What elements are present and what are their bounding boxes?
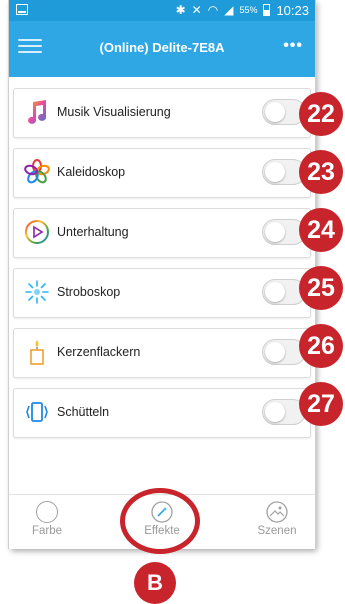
effect-label: Stroboskop: [57, 285, 121, 299]
nav-item-farbe[interactable]: Farbe: [12, 501, 82, 537]
callout-badge-b: B: [134, 562, 176, 604]
clock: 10:23: [276, 2, 309, 18]
callout-badge-25: 25: [299, 266, 343, 310]
callout-badge-26: 26: [299, 324, 343, 368]
effect-row-stroboskop[interactable]: Stroboskop: [13, 268, 311, 318]
no-signal-icon: ◢: [224, 3, 234, 17]
music-note-icon: [28, 100, 47, 124]
app-bar: (Online) Delite-7E8A •••: [9, 21, 315, 77]
callout-badge-27: 27: [299, 382, 343, 426]
nav-item-szenen[interactable]: Szenen: [242, 501, 312, 537]
more-options-icon[interactable]: •••: [283, 37, 303, 55]
effect-row-unterhaltung[interactable]: Unterhaltung: [13, 208, 311, 258]
nav-label: Szenen: [257, 525, 297, 537]
effect-label: Kaleidoskop: [57, 165, 126, 179]
effect-label: Musik Visualisierung: [57, 105, 171, 119]
effect-label: Schütteln: [57, 405, 110, 419]
callout-badge-22: 22: [299, 92, 343, 136]
candle-icon: [30, 340, 44, 365]
play-circle-icon: [25, 220, 49, 244]
battery-icon: [263, 4, 271, 16]
status-bar: ✱ ✕ ◠ ◢ 55% 10:23: [9, 0, 315, 21]
mute-icon: ✕: [191, 3, 202, 17]
status-right: ✱ ✕ ◠ ◢ 55% 10:23: [176, 2, 309, 18]
wifi-icon: ◠: [207, 3, 219, 17]
scene-landscape-icon: [266, 501, 288, 523]
battery-percent: 55%: [239, 5, 258, 15]
effects-list: Musik Visualisierung Kaleidoskop Unterha…: [9, 88, 315, 448]
phone-screen: ✱ ✕ ◠ ◢ 55% 10:23 (Online) Delite-7E8A •…: [9, 0, 315, 549]
effect-row-schuetteln[interactable]: Schütteln: [13, 388, 311, 438]
callout-badge-24: 24: [299, 208, 343, 252]
effect-row-kerzenflackern[interactable]: Kerzenflackern: [13, 328, 311, 378]
nav-label: Farbe: [31, 525, 63, 537]
screenshot-notification-icon: [16, 4, 28, 15]
color-circle-icon: [36, 501, 58, 523]
bluetooth-icon: ✱: [175, 3, 186, 17]
callout-badge-23: 23: [299, 150, 343, 194]
highlight-ring: [120, 488, 200, 554]
effect-row-musik[interactable]: Musik Visualisierung: [13, 88, 311, 138]
effect-label: Kerzenflackern: [57, 345, 141, 359]
page-title: (Online) Delite-7E8A: [99, 40, 225, 55]
shake-phone-icon: [26, 402, 48, 422]
effect-label: Unterhaltung: [57, 225, 129, 239]
effect-row-kaleidoskop[interactable]: Kaleidoskop: [13, 148, 311, 198]
strobe-burst-icon: [25, 280, 49, 304]
kaleidoscope-flower-icon: [24, 159, 50, 184]
